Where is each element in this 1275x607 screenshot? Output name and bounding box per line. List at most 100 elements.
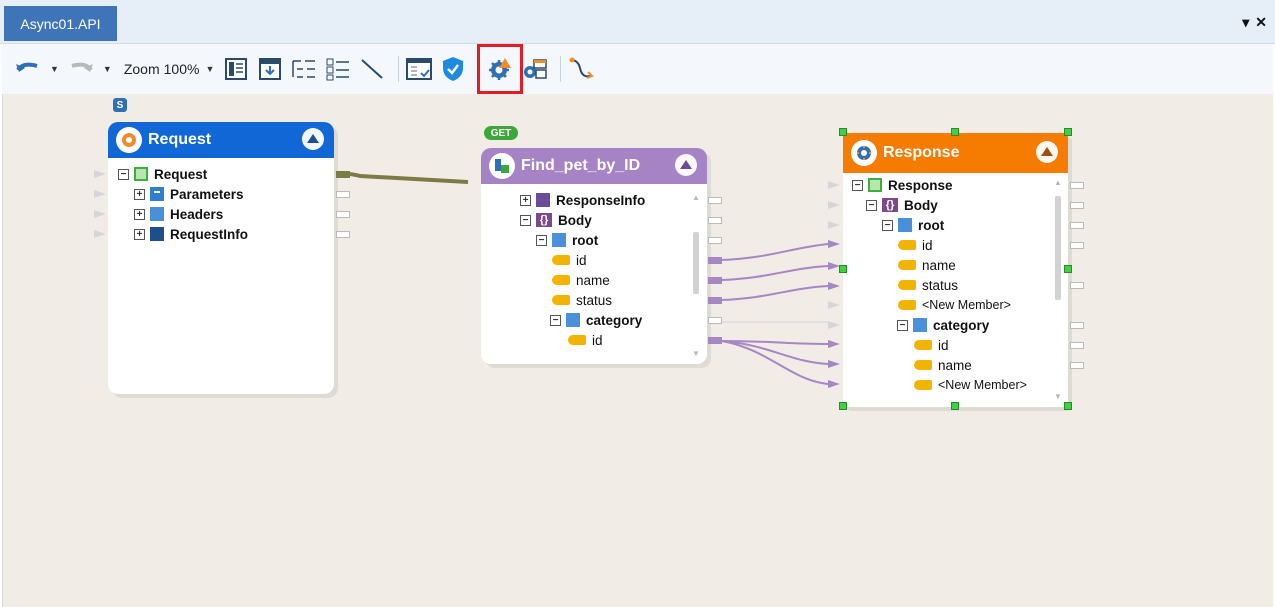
zoom-dropdown-icon[interactable]: ▼	[205, 64, 214, 74]
document-tab[interactable]: Async01.API	[4, 6, 117, 41]
resize-handle[interactable]	[951, 128, 959, 136]
input-port[interactable]	[94, 190, 106, 198]
request-row-parameters[interactable]: + Parameters	[134, 184, 244, 204]
input-port[interactable]	[828, 380, 840, 388]
collapse-toggle[interactable]: −	[852, 179, 863, 191]
expand-toggle[interactable]: +	[134, 228, 145, 240]
request-collapse-button[interactable]	[302, 128, 324, 150]
input-port[interactable]	[828, 221, 840, 229]
output-port[interactable]	[708, 237, 722, 244]
scroll-up-icon[interactable]: ▲	[692, 193, 700, 202]
response-row-id[interactable]: id	[898, 235, 933, 255]
find-row-root[interactable]: − root	[536, 230, 598, 250]
output-port[interactable]	[708, 257, 722, 264]
request-row-request[interactable]: − Request	[118, 164, 207, 184]
resize-handle[interactable]	[839, 402, 847, 410]
zoom-value[interactable]: 100%	[164, 61, 200, 77]
response-row-category-new-member[interactable]: <New Member>	[914, 375, 1027, 395]
collapse-toggle[interactable]: −	[866, 199, 877, 211]
response-row-name[interactable]: name	[898, 255, 956, 275]
response-row-status[interactable]: status	[898, 275, 958, 295]
output-port[interactable]	[1070, 202, 1084, 209]
collapse-toggle[interactable]: −	[550, 314, 561, 326]
output-port[interactable]	[708, 337, 722, 344]
resize-handle[interactable]	[951, 402, 959, 410]
request-row-requestinfo[interactable]: + RequestInfo	[134, 224, 248, 244]
response-row-category-id[interactable]: id	[914, 335, 949, 355]
resize-handle[interactable]	[1064, 402, 1072, 410]
find-row-status[interactable]: status	[552, 290, 612, 310]
output-port[interactable]	[336, 171, 350, 178]
response-scrollbar[interactable]	[1055, 196, 1061, 300]
output-port[interactable]	[1070, 242, 1084, 249]
export-button[interactable]	[256, 53, 284, 85]
undo-button[interactable]	[14, 53, 42, 85]
collapse-toggle[interactable]: −	[536, 234, 547, 246]
output-port[interactable]	[1070, 342, 1084, 349]
undo-dropdown-icon[interactable]: ▼	[50, 64, 59, 74]
find-pet-node-header[interactable]: Find_pet_by_ID	[481, 148, 707, 184]
scroll-up-icon[interactable]: ▲	[1054, 178, 1062, 187]
data-button[interactable]	[405, 53, 433, 85]
output-port[interactable]	[708, 197, 722, 204]
find-row-category[interactable]: − category	[550, 310, 642, 330]
tab-menu-icon[interactable]: ▾	[1242, 14, 1249, 31]
collapse-toggle[interactable]: −	[897, 319, 908, 331]
output-port[interactable]	[708, 277, 722, 284]
collapse-toggle[interactable]: −	[520, 214, 531, 226]
redo-dropdown-icon[interactable]: ▼	[103, 64, 112, 74]
run-settings-button[interactable]	[477, 44, 524, 94]
output-port[interactable]	[1070, 182, 1084, 189]
expand-tree-button[interactable]	[324, 53, 352, 85]
response-row-category-name[interactable]: name	[914, 355, 972, 375]
resize-handle[interactable]	[1064, 265, 1072, 273]
resize-handle[interactable]	[839, 128, 847, 136]
output-port[interactable]	[708, 317, 722, 324]
request-node[interactable]: Request	[108, 122, 334, 394]
resize-handle[interactable]	[839, 265, 847, 273]
collapse-toggle[interactable]: −	[118, 168, 129, 180]
find-row-id[interactable]: id	[552, 250, 587, 270]
find-row-category-id[interactable]: id	[568, 330, 603, 350]
expand-toggle[interactable]: +	[134, 188, 145, 200]
find-row-responseinfo[interactable]: + ResponseInfo	[520, 190, 645, 210]
input-port[interactable]	[828, 201, 840, 209]
layout-button[interactable]	[222, 53, 250, 85]
scroll-down-icon[interactable]: ▼	[692, 349, 700, 358]
output-port[interactable]	[1070, 362, 1084, 369]
output-port[interactable]	[708, 217, 722, 224]
output-port[interactable]	[336, 231, 350, 238]
expand-toggle[interactable]: +	[520, 194, 531, 206]
input-port[interactable]	[828, 240, 840, 248]
expand-toggle[interactable]: +	[134, 208, 145, 220]
scroll-down-icon[interactable]: ▼	[1054, 392, 1062, 401]
input-port[interactable]	[828, 360, 840, 368]
output-port[interactable]	[1070, 282, 1084, 289]
response-row-root[interactable]: − root	[882, 215, 944, 235]
input-port[interactable]	[828, 181, 840, 189]
find-pet-collapse-button[interactable]	[675, 154, 697, 176]
response-node-header[interactable]: Response	[843, 133, 1068, 173]
request-node-header[interactable]: Request	[108, 122, 334, 158]
input-port[interactable]	[94, 170, 106, 178]
output-port[interactable]	[708, 297, 722, 304]
input-port[interactable]	[828, 282, 840, 290]
input-port[interactable]	[94, 210, 106, 218]
input-port[interactable]	[828, 340, 840, 348]
output-port[interactable]	[336, 191, 350, 198]
output-port[interactable]	[1070, 322, 1084, 329]
request-row-headers[interactable]: + Headers	[134, 204, 223, 224]
response-row-new-member[interactable]: <New Member>	[898, 295, 1011, 315]
collapse-toggle[interactable]: −	[882, 219, 893, 231]
input-port[interactable]	[828, 321, 840, 329]
find-scrollbar[interactable]	[693, 232, 699, 294]
input-port[interactable]	[828, 301, 840, 309]
close-icon[interactable]: ✕	[1255, 14, 1267, 31]
output-port[interactable]	[1070, 222, 1084, 229]
response-row-response[interactable]: − Response	[852, 175, 953, 195]
response-row-category[interactable]: − category	[897, 315, 989, 335]
find-row-body[interactable]: − {} Body	[520, 210, 592, 230]
output-port[interactable]	[336, 211, 350, 218]
response-collapse-button[interactable]	[1036, 141, 1058, 163]
configure-button[interactable]	[520, 53, 548, 85]
